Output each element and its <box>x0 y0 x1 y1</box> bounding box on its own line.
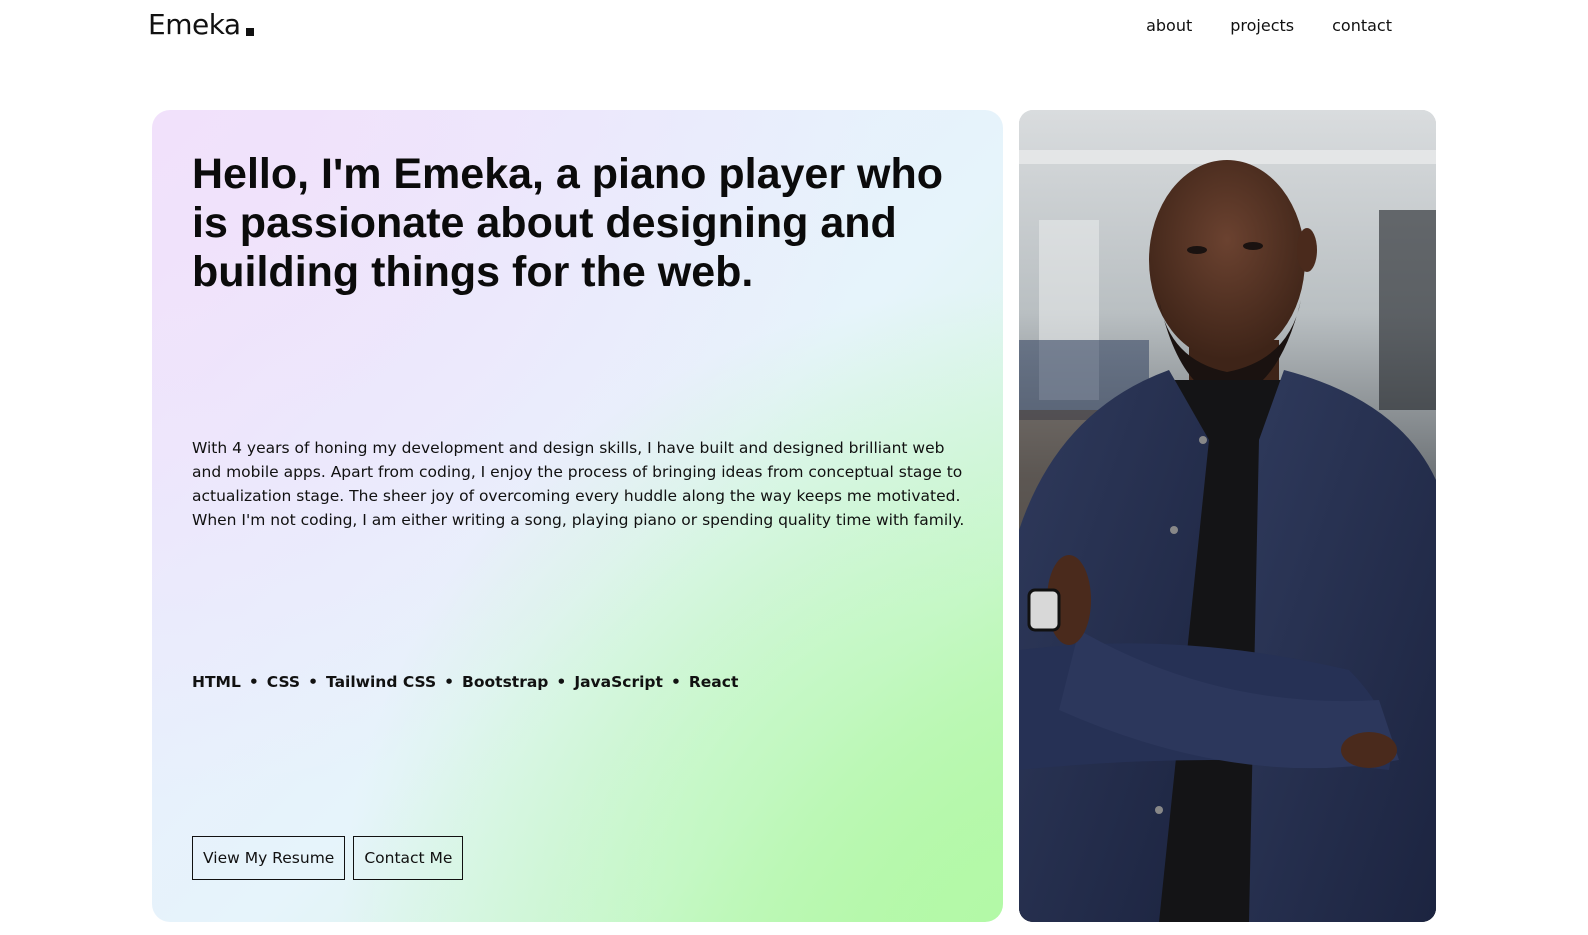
contact-me-button[interactable]: Contact Me <box>353 836 464 880</box>
view-resume-button[interactable]: View My Resume <box>192 836 346 880</box>
profile-photo <box>1019 110 1436 922</box>
skill-separator: • <box>248 673 259 691</box>
nav-link-contact[interactable]: contact <box>1332 16 1392 35</box>
skill-separator: • <box>670 673 681 691</box>
profile-photo-illustration <box>1019 110 1436 922</box>
nav-link-projects[interactable]: projects <box>1230 16 1294 35</box>
logo-square-dot <box>245 28 254 36</box>
skill-item: CSS <box>266 673 301 691</box>
logo-text: Emeka <box>148 8 241 41</box>
hero-headline: Hello, I'm Emeka, a piano player who is … <box>192 150 944 296</box>
skill-separator: • <box>308 673 318 691</box>
skills-list: HTML • CSS • Tailwind CSS • Bootstrap • JavaScri… <box>192 673 738 691</box>
hero-bio: With 4 years of honing my development an… <box>192 439 965 529</box>
nav-menu: about projects contact <box>1146 16 1392 35</box>
skill-item: Tailwind CSS <box>326 673 437 691</box>
skill-separator: • <box>444 673 455 691</box>
hero-card: Hello, I'm Emeka, a piano player who is … <box>152 110 1003 922</box>
skill-item: React <box>688 673 739 691</box>
skill-item: HTML <box>192 673 241 691</box>
nav-link-about[interactable]: about <box>1146 16 1192 35</box>
hero-actions: View My Resume Contact Me <box>192 836 464 880</box>
skill-separator: • <box>556 673 567 691</box>
skill-item: JavaScript <box>574 673 663 691</box>
top-navigation: Emeka about projects contact <box>0 0 1588 52</box>
site-logo[interactable]: Emeka <box>148 8 254 41</box>
skill-item: Bootstrap <box>462 673 549 691</box>
